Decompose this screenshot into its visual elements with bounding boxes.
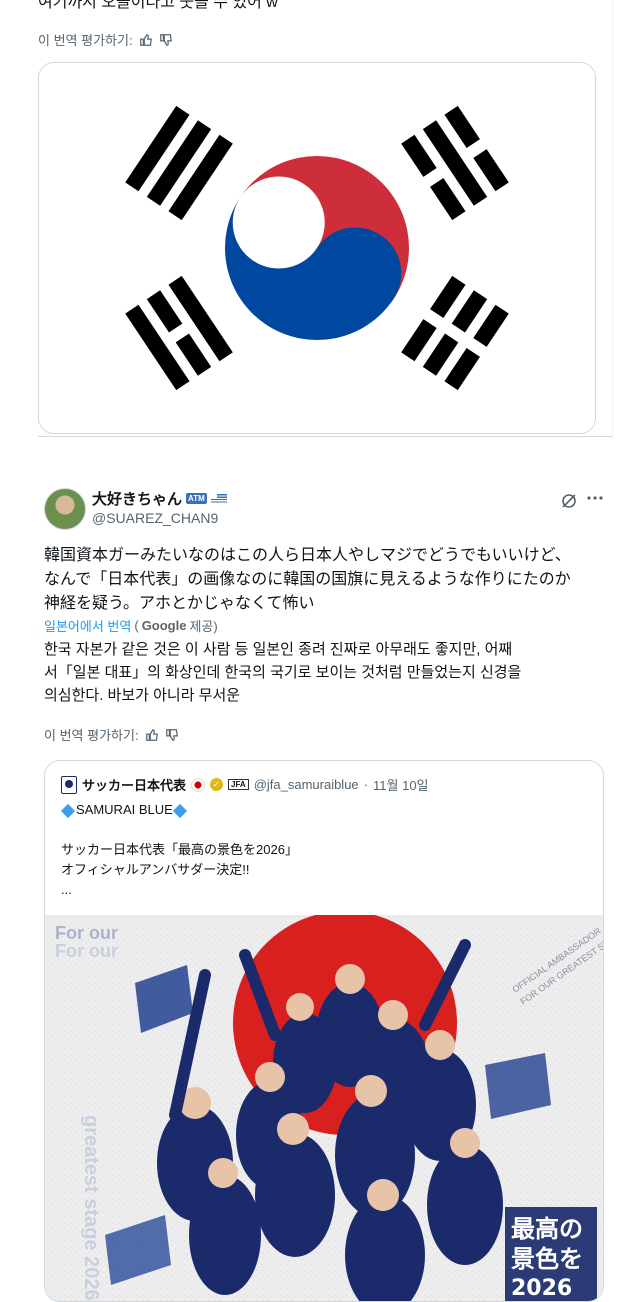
quoted-text-line: サッカー日本代表「最高の景色を2026」 — [61, 842, 298, 857]
rate-translation-row: 이 번역 평가하기: — [38, 30, 173, 49]
verified-gold-icon: ✓ — [210, 778, 224, 791]
samurai-blue-tag: SAMURAI BLUE — [60, 801, 188, 819]
samurai-blue-poster-image[interactable]: For our For our greatest stage 2026 OFFI… — [45, 915, 603, 1301]
thumbs-up-icon[interactable] — [139, 33, 153, 47]
attribution-open: ( — [134, 618, 139, 633]
tweet-line: 의심한다. 바보가 아니라 무서운 — [44, 687, 241, 704]
tweet-text-original: 韓国資本ガーみたいなのはこの人ら日本人やしマジでどうでもいいけど、 なんで「日本… — [44, 544, 614, 616]
quoted-handle[interactable]: @jfa_samuraiblue — [254, 777, 359, 792]
attribution-close: 제공) — [189, 619, 218, 634]
display-name[interactable]: 大好きちゃん — [92, 488, 182, 509]
translation-attribution: 일본어에서 번역 ( Google 제공) — [44, 616, 218, 635]
author-name-row[interactable]: 大好きちゃん ATM — [92, 488, 227, 509]
quoted-post-header: サッカー日本代表 ✓ JFA @jfa_samuraiblue · 11월 10… — [61, 775, 429, 794]
tweet-line: 서「일본 대표」의 화상인데 한국의 국기로 보이는 것처럼 만들었는지 신경을 — [44, 664, 522, 681]
taegukgi-graphic — [39, 63, 595, 433]
atm-badge: ATM — [186, 493, 207, 504]
tweet-line: 神経を疑う。アホとかじゃなくて怖い — [44, 595, 315, 612]
quoted-post[interactable]: サッカー日本代表 ✓ JFA @jfa_samuraiblue · 11월 10… — [44, 760, 604, 1302]
thumbs-down-icon[interactable] — [165, 728, 179, 742]
uruguay-flag-icon — [210, 493, 227, 504]
blue-diamond-icon — [60, 803, 76, 818]
poster-text-left: For our — [55, 941, 118, 961]
translated-text-cut: 여기까지 오늘이다고 웃을 수 있어 w — [38, 0, 278, 11]
japan-flag-icon — [191, 777, 206, 792]
rate-translation-label: 이 번역 평가하기: — [44, 728, 139, 743]
poster-graphic: For our For our greatest stage 2026 OFFI… — [45, 915, 603, 1301]
card-bottom-edge — [38, 436, 612, 437]
quoted-text-line: オフィシャルアンバサダー決定!! — [61, 862, 250, 877]
poster-title-line: 最高の — [511, 1215, 583, 1243]
rate-translation-label: 이 번역 평가하기: — [38, 33, 133, 48]
previous-post: 여기까지 오늘이다고 웃을 수 있어 w 이 번역 평가하기: — [0, 0, 613, 440]
quoted-display-name[interactable]: サッカー日本代表 — [82, 775, 186, 794]
google-logo: Google — [141, 618, 187, 633]
jfa-logo-icon[interactable] — [61, 775, 77, 794]
more-icon[interactable] — [585, 488, 605, 508]
thumbs-down-icon[interactable] — [159, 33, 173, 47]
dot-separator: · — [363, 777, 369, 792]
affiliate-badge-icon: JFA — [228, 779, 249, 790]
author-handle[interactable]: @SUAREZ_CHAN9 — [92, 510, 218, 526]
poster-text-left: For our — [55, 923, 118, 943]
tweet-line: 한국 자본가 같은 것은 이 사람 등 일본인 종려 진짜로 아무래도 좋지만,… — [44, 641, 513, 658]
tweet-line: 韓国資本ガーみたいなのはこの人ら日本人やしマジでどうでもいいけど、 — [44, 547, 571, 564]
quoted-text-ellipsis: ... — [61, 882, 72, 897]
tweet-text-translated: 한국 자본가 같은 것은 이 사람 등 일본인 종려 진짜로 아무래도 좋지만,… — [44, 638, 614, 707]
thumbs-up-icon[interactable] — [145, 728, 159, 742]
poster-title-line: 景色を — [511, 1245, 583, 1273]
poster-text-left-vertical: greatest stage 2026 — [80, 1115, 102, 1301]
avatar[interactable] — [44, 488, 86, 530]
korean-flag-image[interactable] — [38, 62, 596, 434]
samurai-blue-label: SAMURAI BLUE — [76, 802, 173, 817]
grok-icon[interactable] — [560, 492, 578, 510]
blue-diamond-icon — [172, 803, 187, 818]
translated-from-link[interactable]: 일본어에서 번역 — [44, 616, 131, 635]
quoted-date[interactable]: 11월 10일 — [373, 775, 429, 794]
rate-translation-row: 이 번역 평가하기: — [44, 725, 179, 744]
tweet-line: なんで「日本代表」の画像なのに韓国の国旗に見えるような作りにたのか — [44, 571, 571, 588]
